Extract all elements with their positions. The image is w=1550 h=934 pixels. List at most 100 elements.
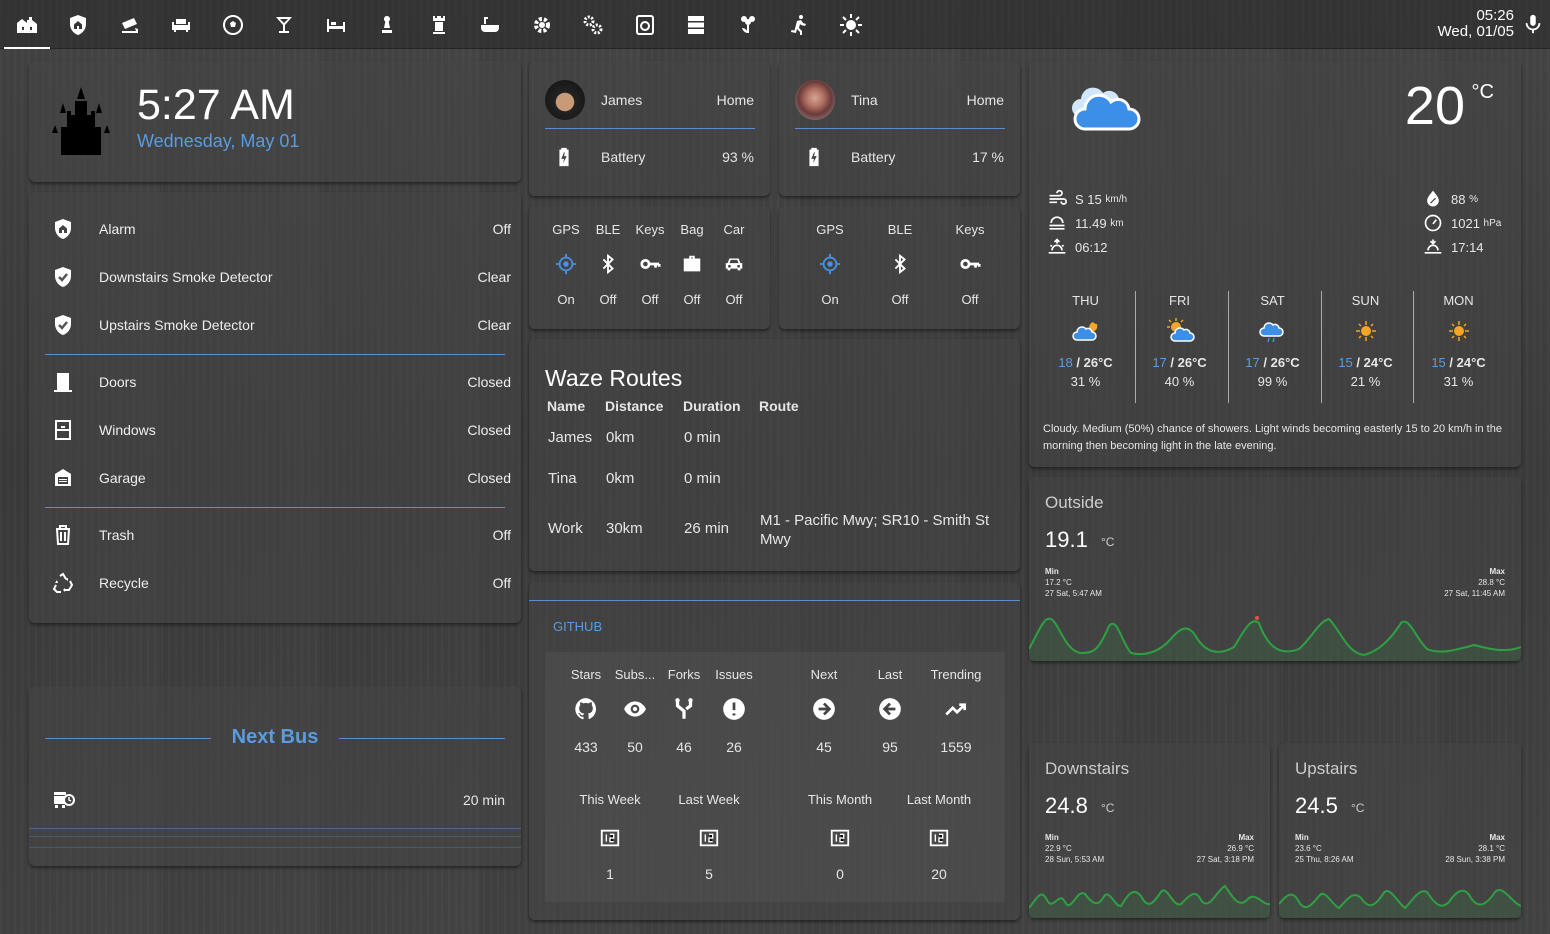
- trash-row[interactable]: Trash Off: [51, 523, 511, 547]
- tracker-label: Car: [723, 222, 745, 237]
- stat-value: 50: [627, 739, 643, 755]
- tracker-gps[interactable]: GPS On: [545, 222, 587, 307]
- garage-icon: [55, 469, 71, 486]
- tracker-gps[interactable]: GPS On: [805, 222, 855, 307]
- sensor-max: Max 28.8 °C 27 Sat, 11:45 AM: [1444, 566, 1505, 599]
- github-stat-forks[interactable]: Forks 46: [659, 667, 709, 755]
- tracker-label: BLE: [887, 222, 913, 237]
- shield-check-icon: [55, 267, 71, 287]
- github-stat-stars[interactable]: Stars 433: [561, 667, 611, 755]
- sensor-card-upstairs[interactable]: Upstairs 24.5 °C Min 23.6 °C 25 Thu, 8:2…: [1279, 743, 1521, 918]
- tab-bar[interactable]: [261, 0, 307, 49]
- sensor-max-value: 28.1 °C: [1478, 844, 1505, 853]
- github-period-last-month[interactable]: Last Month 20: [894, 792, 984, 882]
- tab-home[interactable]: [4, 0, 50, 49]
- sensor-max: Max 26.9 °C 27 Sat, 3:18 PM: [1197, 832, 1254, 865]
- weather-card[interactable]: 20 °C S 15 km/h 11.49 km 06:12 88 % 1021…: [1029, 61, 1521, 467]
- tab-garden[interactable]: [725, 0, 771, 49]
- alarm-row[interactable]: Alarm Off: [51, 217, 511, 241]
- sensor-min-value: 23.6 °C: [1295, 844, 1322, 853]
- person-card-james[interactable]: James Home Battery 93 %: [529, 61, 770, 196]
- chess-pawn-icon: [382, 15, 392, 33]
- tab-server[interactable]: [673, 0, 719, 49]
- sensor-card-outside[interactable]: Outside 19.1 °C Min 17.2 °C 27 Sat, 5:47…: [1029, 477, 1521, 661]
- sensor-min: Min 22.9 °C 28 Sun, 5:53 AM: [1045, 832, 1104, 865]
- rain-cloud-icon: [1258, 322, 1284, 343]
- waze-cell: James: [548, 429, 593, 446]
- waze-cell: 0 min: [684, 429, 721, 446]
- next-bus-card: Next Bus 20 min: [29, 686, 521, 866]
- tracker-ble[interactable]: BLE Off: [587, 222, 629, 307]
- tab-settings[interactable]: [519, 0, 565, 49]
- smoke-upstairs-row[interactable]: Upstairs Smoke Detector Clear: [51, 313, 511, 337]
- tab-kids[interactable]: [364, 0, 410, 49]
- key-icon: [640, 258, 661, 270]
- forecast-low: 17: [1245, 355, 1260, 370]
- arrow-right-circle-icon: [813, 698, 835, 720]
- tab-tower[interactable]: [416, 0, 462, 49]
- tab-security[interactable]: [55, 0, 101, 49]
- temperature-graph: [1279, 889, 1521, 918]
- tracker-label: GPS: [552, 222, 580, 237]
- github-stat-last[interactable]: Last 95: [860, 667, 920, 755]
- weather-temp: 20: [1404, 76, 1465, 136]
- github-icon: [575, 698, 597, 720]
- tab-system[interactable]: [570, 0, 616, 49]
- tab-laundry[interactable]: [622, 0, 668, 49]
- water-percent-icon: [1427, 190, 1439, 207]
- tracker-state: Off: [641, 292, 659, 307]
- stat-label: Last: [877, 667, 903, 682]
- tab-games[interactable]: [210, 0, 256, 49]
- tab-fitness[interactable]: [776, 0, 822, 49]
- tab-bedroom[interactable]: [313, 0, 359, 49]
- tracker-label: Keys: [955, 222, 985, 237]
- tab-cameras[interactable]: [107, 0, 153, 49]
- person-card-tina[interactable]: Tina Home Battery 17 %: [779, 61, 1020, 196]
- forecast-high: / 26°C: [1076, 355, 1113, 370]
- tracker-car[interactable]: Car Off: [713, 222, 755, 307]
- github-stat-subscribers[interactable]: Subs... 50: [610, 667, 660, 755]
- tab-living[interactable]: [158, 0, 204, 49]
- doors-row[interactable]: Doors Closed: [51, 370, 511, 394]
- tab-weather[interactable]: [828, 0, 874, 49]
- divider: [529, 600, 1020, 601]
- smoke-downstairs-label: Downstairs Smoke Detector: [99, 269, 273, 285]
- sensor-max-value: 26.9 °C: [1227, 844, 1254, 853]
- wind-row: S 15 km/h: [1047, 189, 1127, 209]
- github-period-this-month[interactable]: This Month 0: [795, 792, 885, 882]
- pressure-row: 1021 hPa: [1423, 213, 1501, 233]
- sensor-max-value: 28.8 °C: [1478, 578, 1505, 587]
- weather-summary: Cloudy. Medium (50%) chance of showers. …: [1043, 423, 1502, 452]
- tab-bathroom[interactable]: [467, 0, 513, 49]
- windows-row[interactable]: Windows Closed: [51, 418, 511, 442]
- recycle-row[interactable]: Recycle Off: [51, 571, 511, 595]
- wind-value: S 15: [1075, 191, 1102, 207]
- github-stat-next[interactable]: Next 45: [794, 667, 854, 755]
- garage-row[interactable]: Garage Closed: [51, 466, 511, 490]
- avatar: [545, 80, 585, 120]
- github-stat-issues[interactable]: Issues 26: [709, 667, 759, 755]
- door-icon: [54, 373, 72, 392]
- forecast-high: / 24°C: [1356, 355, 1393, 370]
- sensor-card-downstairs[interactable]: Downstairs 24.8 °C Min 22.9 °C 28 Sun, 5…: [1029, 743, 1270, 918]
- microphone-icon[interactable]: [1522, 13, 1544, 35]
- numeric-box-icon: [699, 829, 719, 847]
- github-period-last-week[interactable]: Last Week 5: [669, 792, 749, 882]
- tracker-keys[interactable]: Keys Off: [629, 222, 671, 307]
- waze-cell: 0 min: [684, 470, 721, 487]
- tracker-keys[interactable]: Keys Off: [945, 222, 995, 307]
- github-stat-trending[interactable]: Trending 1559: [921, 667, 991, 755]
- security-card: Alarm Off Downstairs Smoke Detector Clea…: [29, 192, 521, 623]
- divider: [45, 354, 505, 355]
- forecast-high: / 24°C: [1449, 355, 1486, 370]
- smoke-downstairs-row[interactable]: Downstairs Smoke Detector Clear: [51, 265, 511, 289]
- github-period-this-week[interactable]: This Week 1: [570, 792, 650, 882]
- tracker-state: Off: [961, 292, 979, 307]
- stat-value: 26: [726, 739, 742, 755]
- tracker-ble[interactable]: BLE Off: [875, 222, 925, 307]
- tracker-bag[interactable]: Bag Off: [671, 222, 713, 307]
- alert-circle-icon: [723, 698, 745, 720]
- doors-label: Doors: [99, 374, 137, 390]
- sensor-unit: °C: [1101, 801, 1115, 815]
- shield-home-icon: [70, 14, 86, 35]
